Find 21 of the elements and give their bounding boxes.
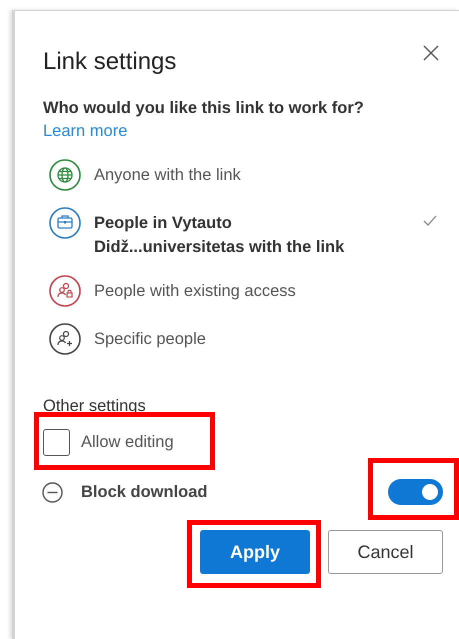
toggle-switch[interactable] — [388, 479, 443, 505]
dialog-title: Link settings — [43, 47, 176, 77]
option-row[interactable]: Anyone with the link — [43, 151, 443, 199]
checkbox-label: Allow editing — [81, 432, 174, 453]
setting-label: Block download — [81, 482, 208, 503]
option-label: Anyone with the link — [94, 165, 242, 186]
section-heading: Other settings — [43, 396, 147, 417]
question-text: Who would you like this link to work for? — [43, 98, 365, 119]
option-label: People in Vytauto Didž...universitetas with the link — [94, 213, 346, 258]
option-label: People with existing access — [94, 281, 297, 302]
checkmark-icon — [423, 215, 437, 227]
option-label: Specific people — [94, 329, 207, 350]
learn-more-link[interactable]: Learn more — [43, 119, 128, 143]
option-row[interactable]: People with existing access — [43, 267, 443, 315]
checkbox[interactable] — [43, 428, 70, 456]
close-icon — [423, 45, 439, 61]
minus-circle-icon — [42, 482, 63, 502]
cancel-button[interactable]: Cancel — [328, 530, 443, 574]
option-row[interactable]: Specific people — [43, 315, 443, 363]
apply-button[interactable]: Apply — [200, 530, 310, 574]
option-row[interactable]: People in Vytauto Didž...universitetas with the link — [43, 199, 443, 267]
